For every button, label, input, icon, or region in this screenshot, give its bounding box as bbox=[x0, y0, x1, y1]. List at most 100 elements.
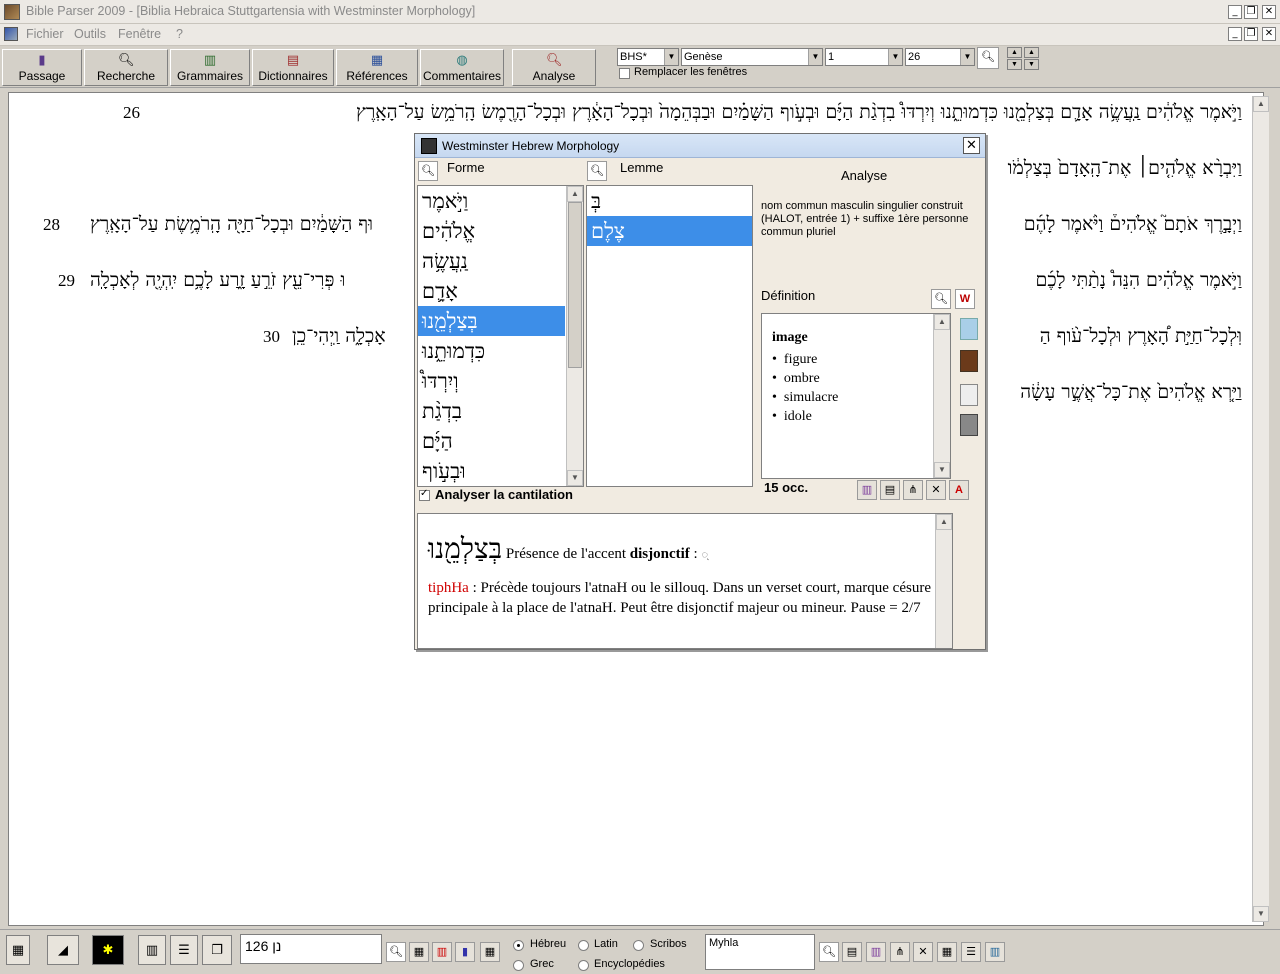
down-arrow-icon[interactable]: ▼ bbox=[1024, 59, 1039, 70]
verse-text-30[interactable]: וּֽלְכָל־חַיַּ֣ת הָ֠אָרֶץ וּלְכָל־עֹ֨וף … bbox=[1040, 325, 1242, 348]
list-item[interactable]: כִּדְמוּתֵ֑נוּ bbox=[418, 336, 565, 366]
radio-hebreu[interactable] bbox=[513, 940, 524, 951]
close-icon[interactable]: ✕ bbox=[963, 137, 980, 154]
verse-fragment-28[interactable]: וּף הַשָּׁמַ֔יִם וּבְכָל־חַיָּ֖ה הָֽרֹמֶ… bbox=[90, 213, 373, 236]
verse-text-29[interactable]: וַיֹּ֣אמֶר אֱלֹהִ֗ים הִנֵּה֩ נָתַ֨תִּי ל… bbox=[1036, 269, 1242, 292]
list-item[interactable]: וַיֹּ֣אמֶר bbox=[418, 186, 565, 216]
child-restore-icon[interactable]: ❐ bbox=[1244, 27, 1258, 41]
chapter-select[interactable]: 1 ▼ bbox=[825, 48, 903, 66]
notes-icon[interactable]: ▤ bbox=[880, 480, 900, 500]
table-icon[interactable]: ▦ bbox=[480, 942, 500, 962]
book-select[interactable]: Genèse ▼ bbox=[681, 48, 823, 66]
grid-icon[interactable]: ▦ bbox=[937, 942, 957, 962]
page-icon[interactable] bbox=[960, 384, 978, 406]
verse-select[interactable]: 26 ▼ bbox=[905, 48, 975, 66]
tree-icon[interactable]: ⋔ bbox=[890, 942, 910, 962]
cantilation-panel[interactable]: בְּצַלְמֵ֖נוּ Présence de l'accent disjo… bbox=[417, 513, 953, 649]
lemma-search-field[interactable]: Myhla bbox=[705, 934, 815, 970]
grid-icon[interactable]: ▦ bbox=[409, 942, 429, 962]
dictionnaires-button[interactable]: ▤ Dictionnaires bbox=[252, 49, 334, 86]
lemme-search-icon[interactable]: 🔍︎ bbox=[587, 161, 607, 181]
scroll-down-icon[interactable]: ▼ bbox=[934, 462, 950, 478]
verse-text-31[interactable]: וַיַּ֤רְא אֱלֹהִים֙ אֶת־כָּל־אֲשֶׁ֣ר עָש… bbox=[1020, 381, 1242, 404]
menu-fichier[interactable]: Fichier bbox=[26, 27, 64, 41]
grammaires-button[interactable]: ▥ Grammaires bbox=[170, 49, 250, 86]
verse-text-28[interactable]: וַיְבָ֣רֶךְ אֹתָם֮ אֱלֹהִים֒ וַיֹּ֨אמֶר … bbox=[1024, 213, 1242, 236]
up-arrow-icon[interactable]: ▲ bbox=[1007, 47, 1022, 58]
tools-icon[interactable]: ✕ bbox=[926, 480, 946, 500]
scroll-thumb[interactable] bbox=[568, 202, 582, 368]
document-icon[interactable] bbox=[960, 318, 978, 340]
columns-icon[interactable]: ▥ bbox=[985, 942, 1005, 962]
lemme-list[interactable]: בְּ צֶלֶם bbox=[586, 185, 753, 487]
list-item-selected[interactable]: בְּצַלְמֵ֖נוּ bbox=[418, 306, 565, 336]
definition-scrollbar[interactable]: ▲ ▼ bbox=[933, 314, 950, 478]
radio-scribos[interactable] bbox=[633, 940, 644, 951]
main-scrollbar[interactable]: ▲ ▼ bbox=[1252, 96, 1269, 922]
radio-encyclopedies[interactable] bbox=[578, 960, 589, 971]
verse-fragment-29[interactable]: וּ פְּרִי־עֵ֖ץ זֹרֵ֣עַ זָ֑רַע לָכֶ֥ם יִֽ… bbox=[90, 269, 345, 292]
keyboard-icon[interactable]: ✱ bbox=[92, 935, 124, 965]
chevron-down-icon[interactable]: ▼ bbox=[960, 49, 974, 65]
books-icon[interactable]: ▥ bbox=[857, 480, 877, 500]
definition-search-icon[interactable]: 🔍︎ bbox=[931, 289, 951, 309]
list-icon[interactable]: ☰ bbox=[961, 942, 981, 962]
two-columns-icon[interactable]: ▥ bbox=[138, 935, 166, 965]
down-arrow-icon[interactable]: ▼ bbox=[1007, 59, 1022, 70]
search-icon[interactable]: 🔍︎ bbox=[386, 942, 406, 962]
chevron-down-icon[interactable]: ▼ bbox=[808, 49, 822, 65]
scroll-up-icon[interactable]: ▲ bbox=[1253, 96, 1269, 112]
reference-field[interactable]: 126 נן bbox=[240, 934, 382, 964]
list-item[interactable]: בְּ bbox=[587, 186, 752, 216]
close-icon[interactable]: ✕ bbox=[1262, 5, 1276, 19]
tools-icon[interactable]: ✕ bbox=[913, 942, 933, 962]
verse-text-26[interactable]: וַיֹּ֣אמֶר אֱלֹהִ֔ים נַֽעֲשֶׂ֥ה אָדָ֛ם ב… bbox=[356, 101, 1242, 124]
scroll-down-icon[interactable]: ▼ bbox=[567, 470, 583, 486]
westminster-logo-icon[interactable]: W bbox=[955, 289, 975, 309]
minimize-icon[interactable]: _ bbox=[1228, 5, 1242, 19]
analyse-button[interactable]: 🔍︎ Analyse bbox=[512, 49, 596, 86]
scroll-up-icon[interactable]: ▲ bbox=[567, 186, 583, 202]
list-item[interactable]: בִדְגַ֨ת bbox=[418, 396, 565, 426]
chart-icon[interactable]: ▥ bbox=[432, 942, 452, 962]
menu-outils[interactable]: Outils bbox=[74, 27, 106, 41]
menu-fenetre[interactable]: Fenêtre bbox=[118, 27, 161, 41]
definition-box[interactable]: image • figure • ombre • simulacre • ido… bbox=[761, 313, 951, 479]
chevron-down-icon[interactable]: ▼ bbox=[664, 49, 678, 65]
books-icon[interactable]: ▥ bbox=[866, 942, 886, 962]
child-minimize-icon[interactable]: _ bbox=[1228, 27, 1242, 41]
forme-search-icon[interactable]: 🔍︎ bbox=[418, 161, 438, 181]
radio-grec[interactable] bbox=[513, 960, 524, 971]
list-item[interactable]: הַיָּ֜ם bbox=[418, 426, 565, 456]
forme-scrollbar[interactable]: ▲ ▼ bbox=[566, 186, 583, 486]
cantilation-scrollbar[interactable]: ▲ bbox=[935, 514, 952, 648]
list-item[interactable]: אֱלֹהִ֔ים bbox=[418, 216, 565, 246]
triangle-icon[interactable]: ◢ bbox=[47, 935, 79, 965]
bar-chart-icon[interactable]: ▮ bbox=[455, 942, 475, 962]
tree-icon[interactable]: ⋔ bbox=[903, 480, 923, 500]
spin-buttons[interactable]: ▲ ▲ ▼ ▼ bbox=[1007, 47, 1039, 71]
book-icon[interactable] bbox=[960, 414, 978, 436]
go-search-icon[interactable]: 🔍︎ bbox=[977, 47, 999, 69]
replace-windows-checkbox[interactable] bbox=[619, 68, 630, 79]
windows-icon[interactable]: ❐ bbox=[202, 935, 232, 965]
commentaires-button[interactable]: ◍ Commentaires bbox=[420, 49, 504, 86]
menu-help[interactable]: ? bbox=[176, 27, 183, 41]
restore-icon[interactable]: ❐ bbox=[1244, 5, 1258, 19]
scroll-up-icon[interactable]: ▲ bbox=[936, 514, 952, 530]
recherche-button[interactable]: 🔍︎ Recherche bbox=[84, 49, 168, 86]
list-item-selected[interactable]: צֶלֶם bbox=[587, 216, 752, 246]
pdf-icon[interactable]: A bbox=[949, 480, 969, 500]
version-select[interactable]: BHS* ▼ bbox=[617, 48, 679, 66]
up-arrow-icon[interactable]: ▲ bbox=[1024, 47, 1039, 58]
list-item[interactable]: נַֽעֲשֶׂ֥ה bbox=[418, 246, 565, 276]
passage-button[interactable]: ▮ Passage bbox=[2, 49, 82, 86]
child-close-icon[interactable]: ✕ bbox=[1262, 27, 1276, 41]
list-item[interactable]: אָדָ֛ם bbox=[418, 276, 565, 306]
lines-icon[interactable]: ☰ bbox=[170, 935, 198, 965]
cantilation-checkbox[interactable]: ✓ bbox=[419, 488, 430, 501]
verse-fragment-30[interactable]: אָכְלָ֑ה וַֽיְהִי־כֵֽן bbox=[292, 325, 386, 348]
forme-list[interactable]: וַיֹּ֣אמֶר אֱלֹהִ֔ים נַֽעֲשֶׂ֥ה אָדָ֛ם ב… bbox=[417, 185, 584, 487]
notes-icon[interactable]: ▤ bbox=[842, 942, 862, 962]
book-icon[interactable] bbox=[960, 350, 978, 372]
